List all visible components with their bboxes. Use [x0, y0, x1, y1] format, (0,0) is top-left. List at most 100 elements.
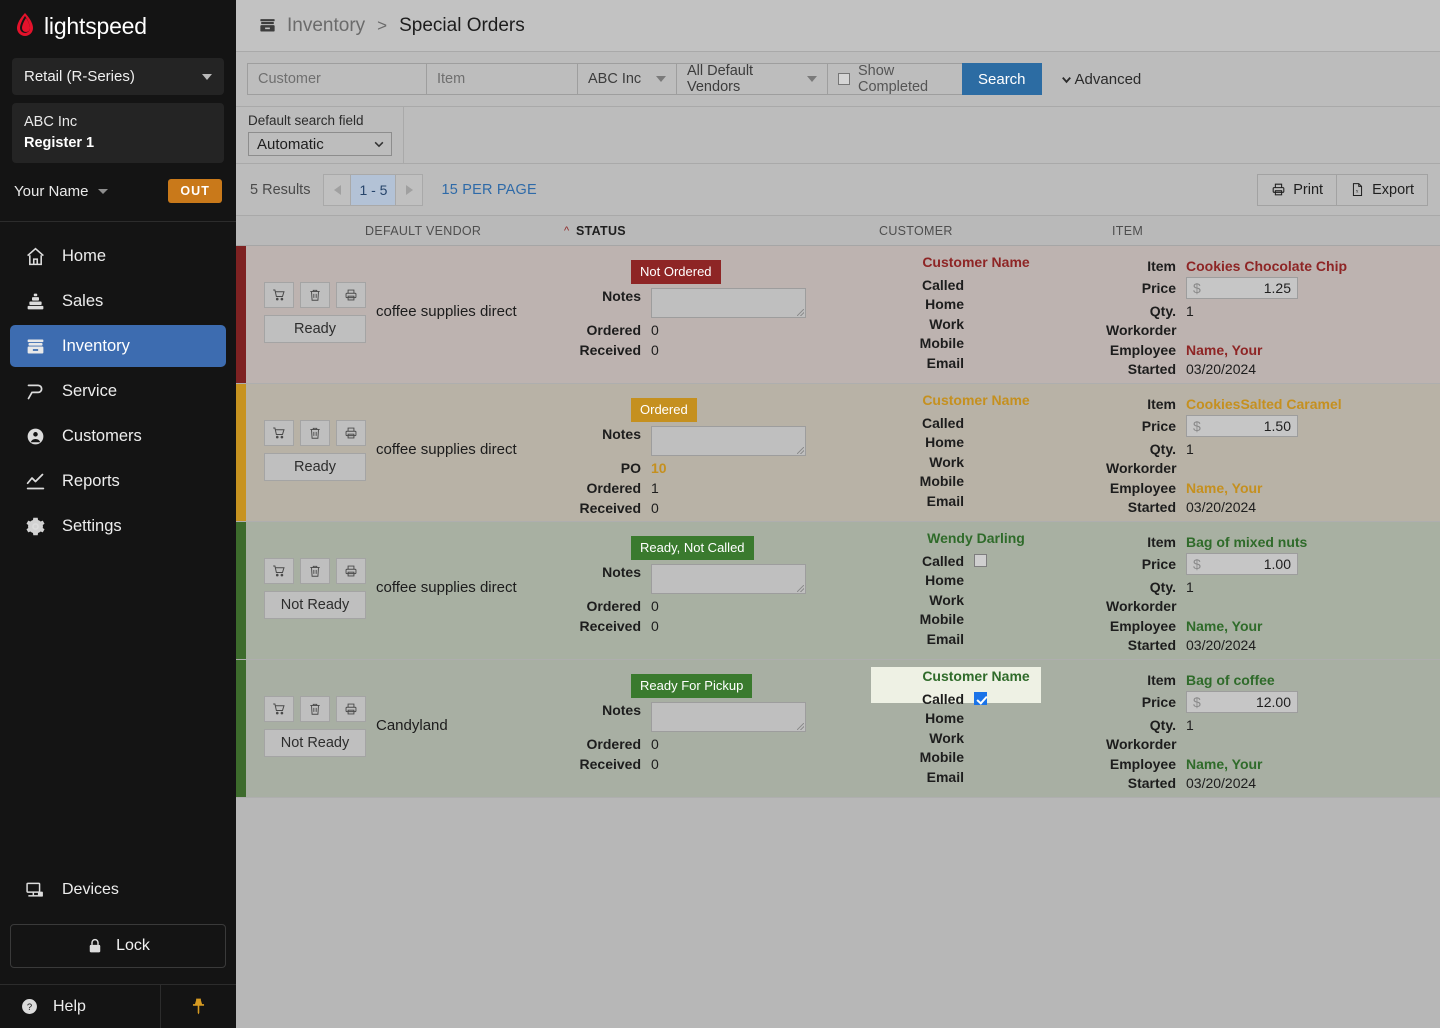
column-header-vendor[interactable]: DEFAULT VENDOR: [365, 224, 481, 238]
store-register-block[interactable]: ABC Inc Register 1: [12, 103, 224, 164]
main-content: Inventory > Special Orders Customer Item…: [236, 0, 1440, 1028]
ready-toggle-button[interactable]: Ready: [264, 453, 366, 481]
ready-toggle-button[interactable]: Not Ready: [264, 591, 366, 619]
delete-button[interactable]: [300, 420, 330, 446]
row-item-column: Item Cookies Chocolate Chip Price $1.25 Qty.…: [1106, 254, 1440, 378]
print-row-button[interactable]: [336, 420, 366, 446]
print-row-button[interactable]: [336, 282, 366, 308]
item-value[interactable]: Cookies Chocolate Chip: [1176, 258, 1347, 274]
ordered-label: Ordered: [586, 736, 641, 752]
row-body: Not Ready Candyland Ready For Pickup Notes O…: [246, 660, 1440, 797]
special-order-row[interactable]: Not Ready Candyland Ready For Pickup Notes O…: [236, 660, 1440, 798]
delete-button[interactable]: [300, 558, 330, 584]
results-bar: 5 Results 1 - 5 15 PER PAGE Print x Expo…: [236, 164, 1440, 216]
lock-button[interactable]: Lock: [10, 924, 226, 968]
notes-input[interactable]: [651, 426, 806, 456]
sidebar-item-devices[interactable]: Devices: [0, 870, 236, 910]
employee-value[interactable]: Name, Your: [1176, 480, 1263, 496]
started-value: 03/20/2024: [1186, 499, 1257, 515]
called-checkbox[interactable]: [974, 553, 987, 567]
sidebar-item-reports[interactable]: Reports: [10, 460, 226, 502]
status-badge[interactable]: Ready For Pickup: [631, 674, 753, 698]
product-select[interactable]: Retail (R-Series): [12, 58, 224, 95]
next-page-button[interactable]: [395, 173, 424, 206]
employee-field-group: Employee Name, Your: [1106, 480, 1440, 496]
sidebar-item-home[interactable]: Home: [10, 235, 226, 277]
item-value[interactable]: CookiesSalted Caramel: [1176, 396, 1342, 412]
customer-name[interactable]: Customer Name: [876, 392, 1076, 411]
ordered-value: 0: [651, 736, 659, 752]
sort-ascending-icon: ^: [564, 225, 570, 237]
work-field-group: Work: [876, 454, 1076, 470]
default-search-field-select[interactable]: Automatic: [248, 132, 392, 156]
item-value[interactable]: Bag of mixed nuts: [1176, 534, 1307, 550]
status-badge[interactable]: Ready, Not Called: [631, 536, 754, 560]
export-button[interactable]: x Export: [1336, 173, 1428, 206]
sidebar-item-inventory[interactable]: Inventory: [10, 325, 226, 368]
show-completed-checkbox[interactable]: Show Completed: [827, 63, 963, 95]
print-row-button[interactable]: [336, 696, 366, 722]
called-checkbox[interactable]: [974, 691, 987, 705]
print-row-button[interactable]: [336, 558, 366, 584]
search-button[interactable]: Search: [962, 63, 1042, 95]
item-search-input[interactable]: Item: [426, 63, 578, 95]
special-order-row[interactable]: Ready coffee supplies direct Ordered Notes P…: [236, 384, 1440, 522]
po-value[interactable]: 10: [641, 460, 667, 476]
sidebar-item-service[interactable]: Service: [10, 370, 226, 412]
store-select[interactable]: ABC Inc: [577, 63, 677, 95]
prev-page-button[interactable]: [323, 173, 352, 206]
item-value[interactable]: Bag of coffee: [1176, 672, 1275, 688]
price-input[interactable]: $1.50: [1186, 415, 1298, 437]
current-page[interactable]: 1 - 5: [350, 173, 397, 206]
per-page-link[interactable]: 15 PER PAGE: [423, 182, 536, 198]
customer-search-input[interactable]: Customer: [247, 63, 427, 95]
sidebar-item-settings[interactable]: Settings: [10, 505, 226, 547]
column-header-status[interactable]: STATUS: [576, 224, 626, 238]
special-order-row[interactable]: Ready coffee supplies direct Not Ordered No…: [236, 246, 1440, 384]
notes-input[interactable]: [651, 288, 806, 318]
row-item-column: Item Bag of coffee Price $12.00 Qty. 1 Workord…: [1106, 668, 1440, 791]
received-label: Received: [579, 342, 641, 358]
user-menu[interactable]: Your Name: [14, 183, 108, 200]
print-button[interactable]: Print: [1257, 173, 1338, 206]
email-value: [964, 494, 974, 508]
add-to-cart-button[interactable]: [264, 558, 294, 584]
add-to-cart-button[interactable]: [264, 282, 294, 308]
called-value: [964, 691, 987, 706]
column-header-item[interactable]: ITEM: [1112, 224, 1143, 238]
sidebar-item-sales[interactable]: Sales: [10, 280, 226, 322]
ordered-label: Ordered: [586, 598, 641, 614]
ready-toggle-button[interactable]: Not Ready: [264, 729, 366, 757]
status-badge[interactable]: Ordered: [631, 398, 697, 422]
clock-out-button[interactable]: OUT: [168, 179, 222, 204]
price-input[interactable]: $1.25: [1186, 277, 1298, 299]
vendor-select[interactable]: All Default Vendors: [676, 63, 828, 95]
notes-input[interactable]: [651, 702, 806, 732]
special-order-row[interactable]: Not Ready coffee supplies direct Ready, No…: [236, 522, 1440, 660]
add-to-cart-button[interactable]: [264, 696, 294, 722]
status-badge[interactable]: Not Ordered: [631, 260, 721, 284]
customer-name[interactable]: Customer Name: [876, 668, 1076, 687]
item-label: Item: [1147, 671, 1176, 688]
delete-button[interactable]: [300, 696, 330, 722]
notes-input[interactable]: [651, 564, 806, 594]
sales-icon: [24, 290, 46, 312]
advanced-toggle[interactable]: Advanced: [1042, 71, 1141, 88]
add-to-cart-button[interactable]: [264, 420, 294, 446]
price-input[interactable]: $12.00: [1186, 691, 1298, 713]
customer-name[interactable]: Wendy Darling: [876, 530, 1076, 549]
employee-value[interactable]: Name, Your: [1176, 342, 1263, 358]
employee-value[interactable]: Name, Your: [1176, 756, 1263, 772]
breadcrumb-section[interactable]: Inventory: [287, 15, 365, 37]
help-button[interactable]: ? Help: [0, 985, 160, 1028]
workorder-field-group: Workorder: [1106, 460, 1440, 476]
column-header-customer[interactable]: CUSTOMER: [879, 224, 953, 238]
called-label: Called: [921, 276, 964, 293]
sidebar-item-customers[interactable]: Customers: [10, 415, 226, 457]
delete-button[interactable]: [300, 282, 330, 308]
price-input[interactable]: $1.00: [1186, 553, 1298, 575]
employee-value[interactable]: Name, Your: [1176, 618, 1263, 634]
ready-toggle-button[interactable]: Ready: [264, 315, 366, 343]
pin-button[interactable]: [160, 985, 236, 1028]
customer-name[interactable]: Customer Name: [876, 254, 1076, 273]
